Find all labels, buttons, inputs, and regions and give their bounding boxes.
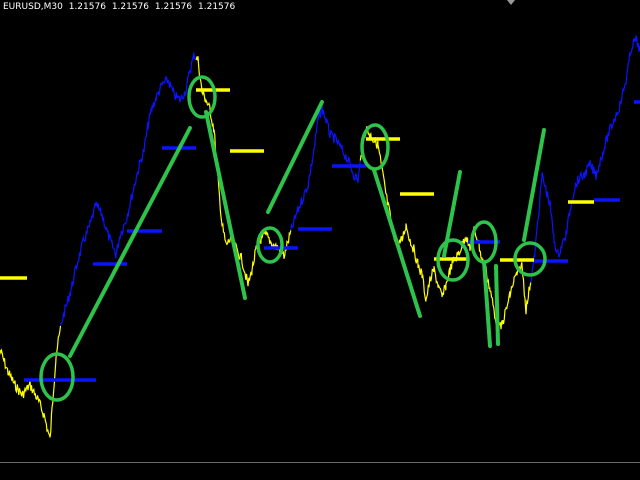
trend-line-2	[266, 100, 324, 214]
signal-circle-2	[256, 226, 284, 264]
price-segment-1	[59, 52, 197, 327]
trend-line-0	[68, 126, 192, 358]
price-segment-5	[530, 33, 640, 283]
trend-line-1	[204, 110, 247, 300]
chart-window[interactable]: EURUSD,M30 1.21576 1.21576 1.21576 1.215…	[0, 0, 640, 480]
signal-circle-0	[39, 352, 75, 402]
signal-circle-3	[360, 123, 390, 171]
price-plot[interactable]	[0, 0, 640, 480]
signal-circle-1	[187, 75, 217, 119]
trend-line-3	[372, 168, 422, 318]
trend-line-6	[494, 264, 500, 346]
price-segment-3	[290, 105, 361, 231]
